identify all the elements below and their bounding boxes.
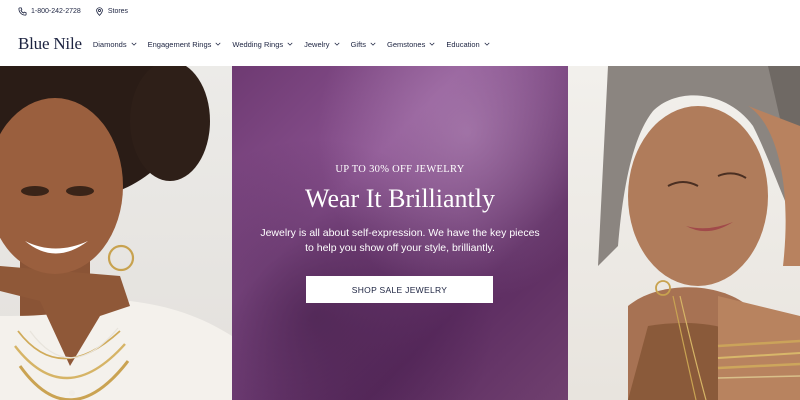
chevron-down-icon [370,42,376,46]
model-photo-right [598,66,800,400]
model-photo-left [0,66,232,400]
phone-number: 1-800-242-2728 [31,7,81,15]
nav-item-gifts[interactable]: Gifts [351,40,376,49]
phone-icon [18,6,27,16]
stores-label: Stores [107,7,129,15]
chevron-down-icon [287,42,293,46]
promo-eyebrow: UP TO 30% OFF JEWELRY [335,164,465,175]
hero-body-copy: Jewelry is all about self-expression. We… [252,226,548,256]
nav-item-label: Engagement Rings [147,39,212,49]
logo[interactable]: Blue Nile [18,34,82,54]
nav-menu: Diamonds Engagement Rings Wedding Rings … [93,40,490,49]
nav-item-wedding-rings[interactable]: Wedding Rings [232,40,293,49]
nav-item-jewelry[interactable]: Jewelry [304,39,340,49]
hero-body-line-2: to help you show off your style, brillia… [305,242,495,254]
chevron-down-icon [429,42,435,46]
nav-item-label: Wedding Rings [232,39,284,49]
location-pin-icon [96,6,103,16]
hero-body-line-1: Jewelry is all about self-expression. We… [260,227,540,239]
chevron-down-icon [215,42,221,46]
chevron-down-icon [484,42,490,46]
shop-sale-jewelry-button[interactable]: SHOP SALE JEWELRY [306,276,493,303]
hero-image-left [0,66,232,400]
hero-headline: Wear It Brilliantly [305,184,495,213]
utility-bar: 1-800-242-2728 Stores [0,0,800,22]
stores-link[interactable]: Stores [95,6,129,16]
nav-item-gemstones[interactable]: Gemstones [387,40,435,49]
chevron-down-icon [334,42,340,46]
nav-item-education[interactable]: Education [446,39,490,49]
nav-item-label: Jewelry [304,39,330,49]
hero-banner: UP TO 30% OFF JEWELRY Wear It Brilliantl… [0,66,800,400]
nav-item-label: Education [446,39,480,49]
hero-image-right [568,66,800,400]
main-nav: Blue Nile Diamonds Engagement Rings Wedd… [0,22,800,66]
nav-item-label: Diamonds [92,39,127,49]
chevron-down-icon [131,42,137,46]
nav-item-label: Gemstones [386,39,426,49]
nav-item-engagement-rings[interactable]: Engagement Rings [148,40,222,49]
nav-item-label: Gifts [350,39,366,49]
phone-link[interactable]: 1-800-242-2728 [18,6,81,16]
hero-promo-panel: UP TO 30% OFF JEWELRY Wear It Brilliantl… [232,66,568,400]
hero-copy: UP TO 30% OFF JEWELRY Wear It Brilliantl… [232,66,568,400]
nav-item-diamonds[interactable]: Diamonds [93,40,137,49]
